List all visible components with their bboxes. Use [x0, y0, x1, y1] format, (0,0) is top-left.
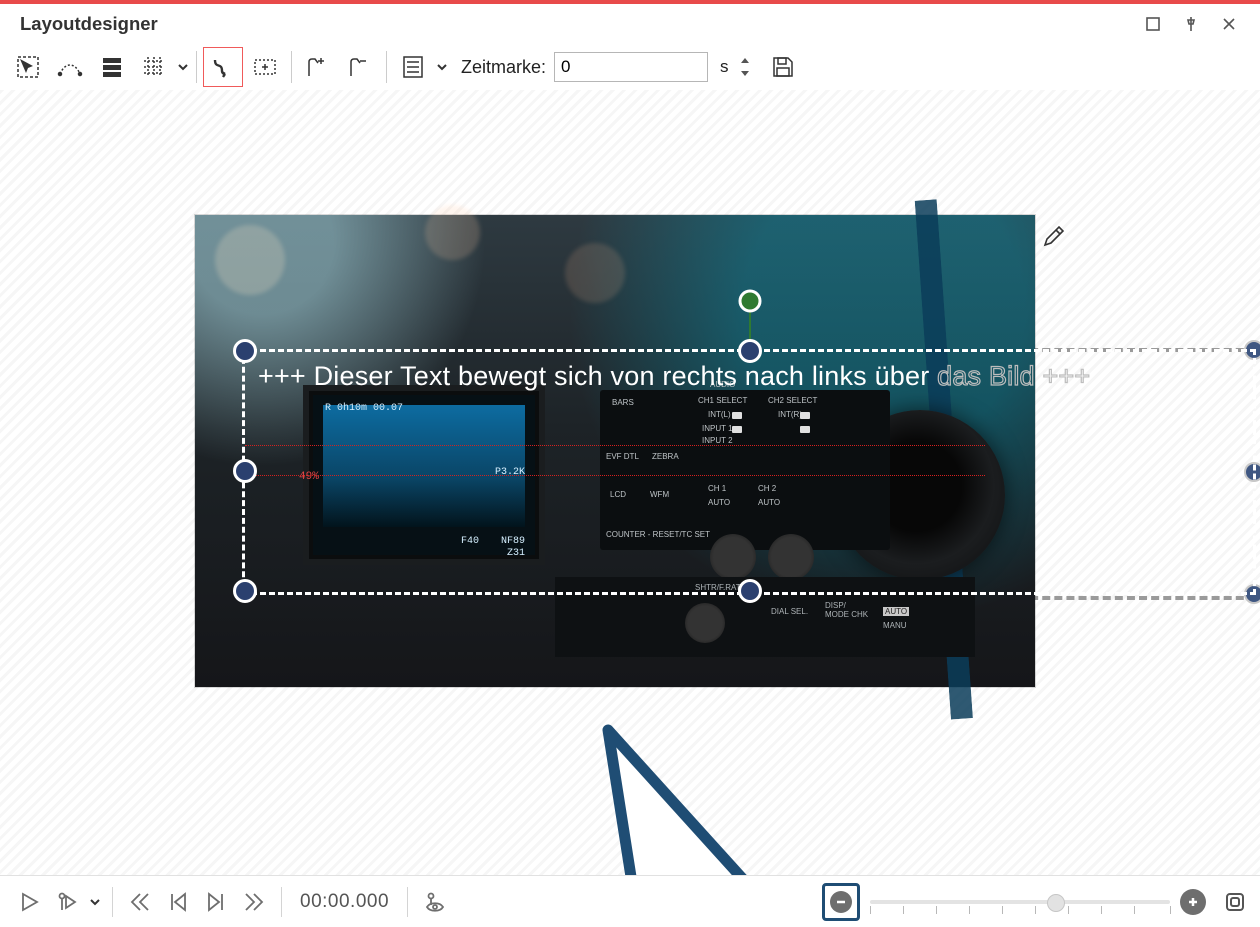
properties-tool[interactable] — [393, 47, 433, 87]
handle-tl[interactable] — [233, 339, 257, 363]
zoom-fit-button[interactable] — [1222, 889, 1248, 915]
play-range-button[interactable] — [50, 885, 84, 919]
zeitmarke-up[interactable] — [737, 53, 753, 67]
toolbar: Zeitmarke: s — [0, 44, 1260, 90]
close-button[interactable] — [1210, 4, 1248, 44]
separator — [291, 51, 292, 83]
save-button[interactable] — [763, 47, 803, 87]
bottom-bar: 00:00.000 — [0, 875, 1260, 927]
next-frame-button[interactable] — [199, 885, 233, 919]
window-title: Layoutdesigner — [20, 13, 158, 35]
goto-start-button[interactable] — [123, 885, 157, 919]
preview-frame[interactable]: R 0h10m 00.07 P3.2K F40 NF89 Z31 49% AUD… — [195, 215, 1035, 687]
panel-label: DIAL SEL. — [771, 607, 808, 616]
handle-bl[interactable] — [233, 579, 257, 603]
rows-tool[interactable] — [92, 47, 132, 87]
motion-path-tool[interactable] — [203, 47, 243, 87]
handle-tc[interactable] — [738, 339, 762, 363]
overlay-text[interactable]: +++ Dieser Text bewegt sich von rechts n… — [258, 361, 1090, 392]
prev-frame-button[interactable] — [161, 885, 195, 919]
title-bar: Layoutdesigner — [0, 4, 1260, 44]
zeitmarke-down[interactable] — [737, 67, 753, 81]
keyframe-remove-tool[interactable] — [340, 47, 380, 87]
separator — [386, 51, 387, 83]
instruction-arrow — [578, 710, 838, 875]
panel-label: DISP/ MODE CHK — [825, 601, 868, 619]
goto-end-button[interactable] — [237, 885, 271, 919]
canvas-area[interactable]: R 0h10m 00.07 P3.2K F40 NF89 Z31 49% AUD… — [0, 90, 1260, 875]
separator — [407, 887, 408, 917]
grid-dropdown[interactable] — [176, 62, 190, 72]
overlay-text-main: +++ Dieser Text bewegt sich von rechts n… — [258, 361, 937, 391]
rotation-handle[interactable] — [739, 290, 762, 313]
play-button[interactable] — [12, 885, 46, 919]
zoom-in-button[interactable] — [1180, 889, 1206, 915]
zeitmarke-label: Zeitmarke: — [461, 57, 546, 78]
properties-dropdown[interactable] — [435, 62, 449, 72]
zeitmarke-unit: s — [720, 57, 729, 77]
path-tool[interactable] — [50, 47, 90, 87]
zoom-out-button[interactable] — [822, 883, 860, 921]
panel-label: AUTO — [883, 607, 909, 616]
zoom-slider[interactable] — [870, 890, 1170, 914]
handle-bc[interactable] — [738, 579, 762, 603]
overlay-text-ghost: das Bild +++ — [937, 361, 1090, 391]
timecode-display: 00:00.000 — [300, 891, 389, 913]
grid-tool[interactable] — [134, 47, 174, 87]
panel-label: MANU — [883, 621, 907, 630]
zeitmarke-input[interactable] — [554, 52, 708, 82]
maximize-button[interactable] — [1134, 4, 1172, 44]
separator — [112, 887, 113, 917]
zoom-slider-thumb[interactable] — [1047, 894, 1065, 912]
visibility-toggle[interactable] — [418, 885, 452, 919]
keyframe-add-tool[interactable] — [298, 47, 338, 87]
handle-ml[interactable] — [233, 459, 257, 483]
pin-button[interactable] — [1172, 4, 1210, 44]
camera-frame-tool[interactable] — [245, 47, 285, 87]
select-tool[interactable] — [8, 47, 48, 87]
edit-text-icon[interactable] — [1041, 223, 1069, 251]
separator — [196, 51, 197, 83]
play-dropdown[interactable] — [88, 897, 102, 907]
separator — [281, 887, 282, 917]
zoom-controls — [822, 883, 1248, 921]
